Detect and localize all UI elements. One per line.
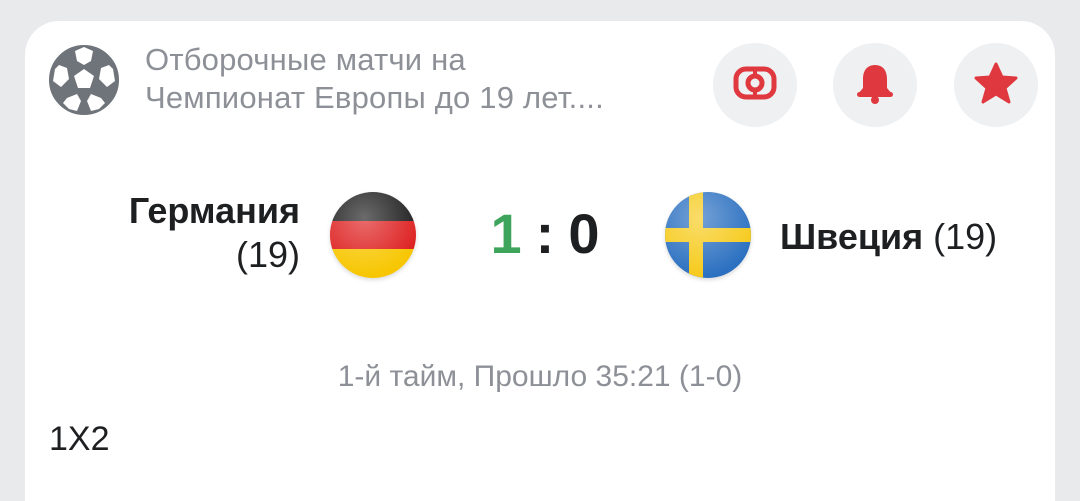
bell-icon: [855, 62, 895, 109]
home-team-suffix: (19): [235, 234, 300, 275]
live-stream-icon: [733, 65, 777, 106]
match-status: 1-й тайм, Прошло 35:21 (1-0): [337, 360, 743, 393]
away-score: 0: [568, 202, 600, 265]
home-score: 1: [490, 202, 522, 265]
away-team-suffix: (19): [933, 216, 998, 257]
score-separator: :: [535, 202, 555, 265]
star-icon: [974, 62, 1018, 109]
league-title-line-1: Отборочные матчи на: [145, 42, 466, 77]
home-team-name[interactable]: Германия (19): [85, 189, 300, 277]
live-stream-button[interactable]: [713, 43, 797, 127]
match-score: 1:0: [465, 199, 625, 269]
germany-flag-icon: [330, 192, 416, 278]
league-title-line-2: Чемпионат Европы до 19 лет....: [145, 80, 604, 115]
market-title: 1X2: [49, 420, 110, 458]
away-team-name[interactable]: Швеция (19): [780, 215, 997, 259]
sweden-flag-icon: [665, 192, 751, 278]
notifications-button[interactable]: [833, 43, 917, 127]
league-title[interactable]: Отборочные матчи на Чемпионат Европы до …: [145, 41, 685, 117]
football-icon: [49, 45, 119, 115]
favorite-button[interactable]: [954, 43, 1038, 127]
home-team-label: Германия: [128, 190, 300, 231]
match-card: Отборочные матчи на Чемпионат Европы до …: [25, 21, 1055, 501]
away-team-label: Швеция: [780, 216, 924, 257]
